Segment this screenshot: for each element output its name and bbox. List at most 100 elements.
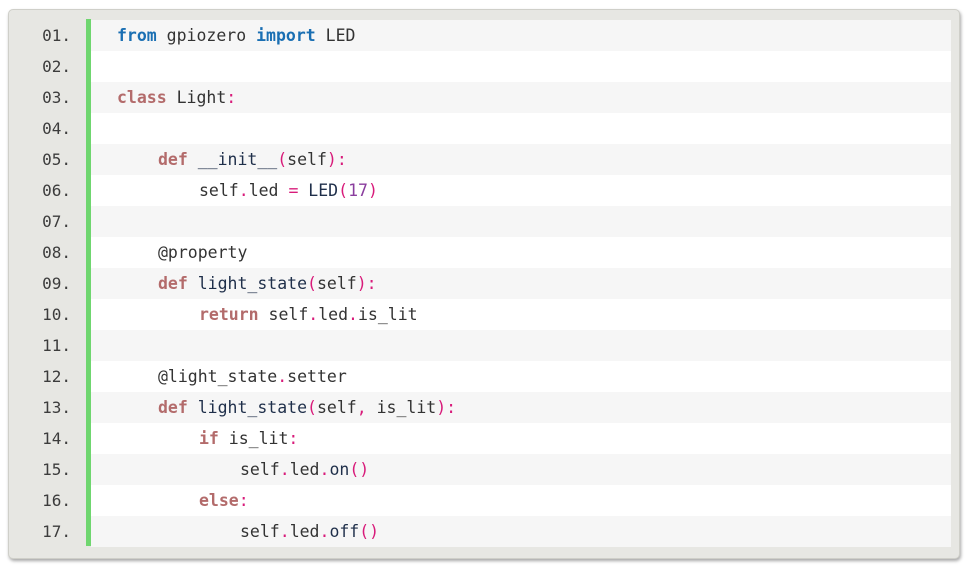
code-text: def __init__(self): [91, 144, 951, 175]
code-token: ) [367, 181, 378, 200]
code-content: self.led = LED(17) [199, 181, 378, 200]
code-token: def [158, 150, 188, 169]
line-number: 07. [42, 212, 71, 231]
code-text: if is_lit: [91, 423, 951, 454]
code-text [91, 206, 951, 237]
line-number: 04. [42, 119, 71, 138]
code-token: self [287, 150, 327, 169]
code-token: LED [315, 26, 356, 45]
code-text [91, 113, 951, 144]
code-content: def light_state(self, is_lit): [158, 398, 456, 417]
code-line: 01. from gpiozero import LED [9, 20, 951, 51]
code-token: ( [277, 150, 288, 169]
code-token: from [117, 26, 157, 45]
code-content: self.led.off() [240, 522, 379, 541]
code-token: . [277, 367, 288, 386]
code-content: if is_lit: [199, 429, 298, 448]
code-token: is_lit [366, 398, 437, 417]
code-token: . [319, 460, 330, 479]
code-token: () [359, 522, 380, 541]
line-number: 17. [42, 522, 71, 541]
code-token: ( [338, 181, 349, 200]
line-number: 12. [42, 367, 71, 386]
code-text: class Light: [91, 82, 951, 113]
code-lines: 01. from gpiozero import LED 02. 03. class L… [9, 20, 951, 547]
code-line: 06. self.led = LED(17) [9, 175, 951, 206]
code-text: self.led = LED(17) [91, 175, 951, 206]
code-content: else: [199, 491, 249, 510]
code-text: @light_state.setter [91, 361, 951, 392]
code-token: : [238, 491, 249, 510]
code-text: self.led.on() [91, 454, 951, 485]
code-line: 16. else: [9, 485, 951, 516]
code-content: from gpiozero import LED [117, 26, 355, 45]
code-token: = [288, 181, 299, 200]
code-token: ): [326, 150, 347, 169]
code-line: 10. return self.led.is_lit [9, 299, 951, 330]
code-token: self [199, 181, 239, 200]
code-token: self [240, 522, 280, 541]
code-content: class Light: [117, 88, 236, 107]
code-token: light_state [187, 398, 308, 417]
code-token: if [199, 429, 219, 448]
code-text: from gpiozero import LED [91, 20, 951, 51]
code-token: ( [307, 274, 317, 293]
code-token: led [248, 181, 289, 200]
code-text: else: [91, 485, 951, 516]
code-line: 07. [9, 206, 951, 237]
code-text: return self.led.is_lit [91, 299, 951, 330]
code-token: return [199, 305, 259, 324]
code-token: ): [356, 274, 377, 293]
code-token: . [348, 305, 358, 324]
code-line: 17. self.led.off() [9, 516, 951, 547]
code-content: def __init__(self): [158, 150, 347, 169]
code-content: self.led.on() [240, 460, 369, 479]
code-token: import [256, 26, 316, 45]
code-token: . [279, 460, 290, 479]
line-number: 10. [42, 305, 71, 324]
code-token: . [279, 522, 290, 541]
code-content: def light_state(self): [158, 274, 377, 293]
code-block: 01. from gpiozero import LED 02. 03. class L… [8, 9, 960, 559]
code-token: , [356, 398, 367, 417]
code-token: gpiozero [156, 26, 257, 45]
code-line: 03. class Light: [9, 82, 951, 113]
code-line: 11. [9, 330, 951, 361]
code-text [91, 51, 951, 82]
code-token: __init__ [187, 150, 278, 169]
code-token: @property [158, 243, 248, 262]
code-token: self [240, 460, 280, 479]
code-line: 15. self.led.on() [9, 454, 951, 485]
line-number: 08. [42, 243, 71, 262]
code-text: def light_state(self): [91, 268, 951, 299]
code-token: : [226, 88, 237, 107]
line-number: 13. [42, 398, 71, 417]
code-line: 13. def light_state(self, is_lit): [9, 392, 951, 423]
code-token: self [316, 274, 357, 293]
code-token: self [316, 398, 357, 417]
line-number: 06. [42, 181, 71, 200]
code-token: . [319, 522, 330, 541]
line-number: 01. [42, 26, 71, 45]
line-number: 09. [42, 274, 71, 293]
code-token: led [289, 460, 320, 479]
line-number: 02. [42, 57, 71, 76]
code-line: 04. [9, 113, 951, 144]
code-token: def [158, 398, 188, 417]
code-content: return self.led.is_lit [199, 305, 418, 324]
code-token: LED [298, 181, 339, 200]
code-line: 12. @light_state.setter [9, 361, 951, 392]
code-token: : [288, 429, 299, 448]
code-token: led [289, 522, 320, 541]
code-token: light_state [187, 274, 308, 293]
code-line: 05. def __init__(self): [9, 144, 951, 175]
code-token: is_lit [357, 305, 418, 324]
code-token: ( [307, 398, 317, 417]
code-token: ): [436, 398, 457, 417]
code-token: . [308, 305, 319, 324]
code-line: 09. def light_state(self): [9, 268, 951, 299]
code-text: @property [91, 237, 951, 268]
code-line: 02. [9, 51, 951, 82]
code-token: else [199, 491, 239, 510]
code-token: Light [166, 88, 227, 107]
